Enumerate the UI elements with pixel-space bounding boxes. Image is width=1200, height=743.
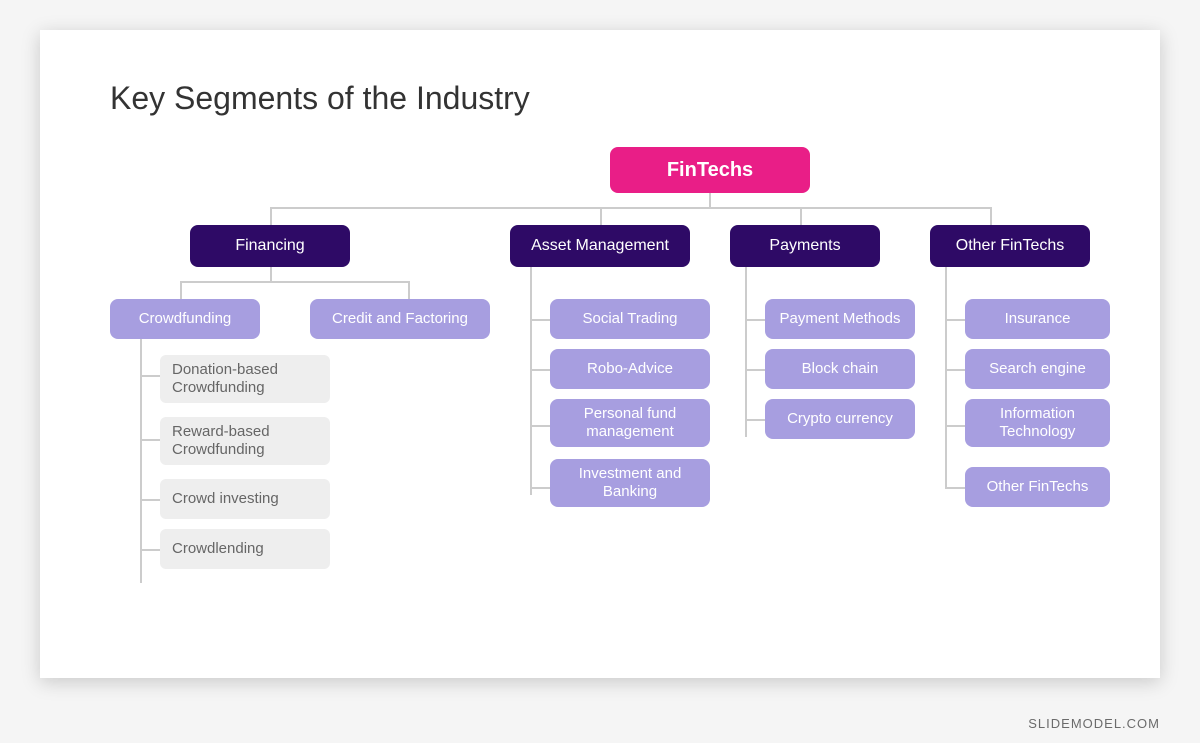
node-payment-methods: Payment Methods	[765, 299, 915, 339]
branch-other-fintechs: Other FinTechs	[930, 225, 1090, 267]
connector	[180, 281, 410, 283]
connector	[800, 207, 802, 225]
connector	[530, 369, 550, 371]
org-chart: FinTechs Financing Crowdfunding Credit a…	[110, 147, 1110, 667]
connector	[945, 319, 965, 321]
connector	[745, 419, 765, 421]
connector	[945, 267, 947, 489]
connector	[140, 439, 160, 441]
leaf-crowd-investing: Crowd investing	[160, 479, 330, 519]
connector	[945, 487, 965, 489]
node-social-trading: Social Trading	[550, 299, 710, 339]
node-crypto: Crypto currency	[765, 399, 915, 439]
connector	[945, 369, 965, 371]
connector	[140, 549, 160, 551]
slide: Key Segments of the Industry FinTechs Fi…	[40, 30, 1160, 678]
node-search-engine: Search engine	[965, 349, 1110, 389]
connector	[709, 193, 711, 207]
connector	[270, 207, 990, 209]
connector	[530, 267, 532, 495]
leaf-reward-crowdfunding: Reward-based Crowdfunding	[160, 417, 330, 465]
footer-attribution: SLIDEMODEL.COM	[1028, 716, 1160, 731]
page-title: Key Segments of the Industry	[110, 80, 1110, 117]
connector	[600, 207, 602, 225]
connector	[745, 267, 747, 437]
connector	[530, 487, 550, 489]
node-info-tech: Information Technology	[965, 399, 1110, 447]
branch-financing: Financing	[190, 225, 350, 267]
connector	[270, 207, 272, 225]
root-node: FinTechs	[610, 147, 810, 193]
connector	[945, 425, 965, 427]
connector	[990, 207, 992, 225]
connector	[180, 281, 182, 299]
leaf-crowdlending: Crowdlending	[160, 529, 330, 569]
connector	[270, 267, 272, 281]
branch-payments: Payments	[730, 225, 880, 267]
node-crowdfunding: Crowdfunding	[110, 299, 260, 339]
branch-asset-management: Asset Management	[510, 225, 690, 267]
node-personal-fund: Personal fund management	[550, 399, 710, 447]
connector	[140, 375, 160, 377]
node-insurance: Insurance	[965, 299, 1110, 339]
node-credit-factoring: Credit and Factoring	[310, 299, 490, 339]
connector	[408, 281, 410, 299]
connector	[745, 319, 765, 321]
connector	[140, 499, 160, 501]
connector	[530, 319, 550, 321]
node-other-fintechs-leaf: Other FinTechs	[965, 467, 1110, 507]
connector	[745, 369, 765, 371]
connector	[530, 425, 550, 427]
node-investment-banking: Investment and Banking	[550, 459, 710, 507]
node-robo-advice: Robo-Advice	[550, 349, 710, 389]
node-blockchain: Block chain	[765, 349, 915, 389]
leaf-donation-crowdfunding: Donation-based Crowdfunding	[160, 355, 330, 403]
